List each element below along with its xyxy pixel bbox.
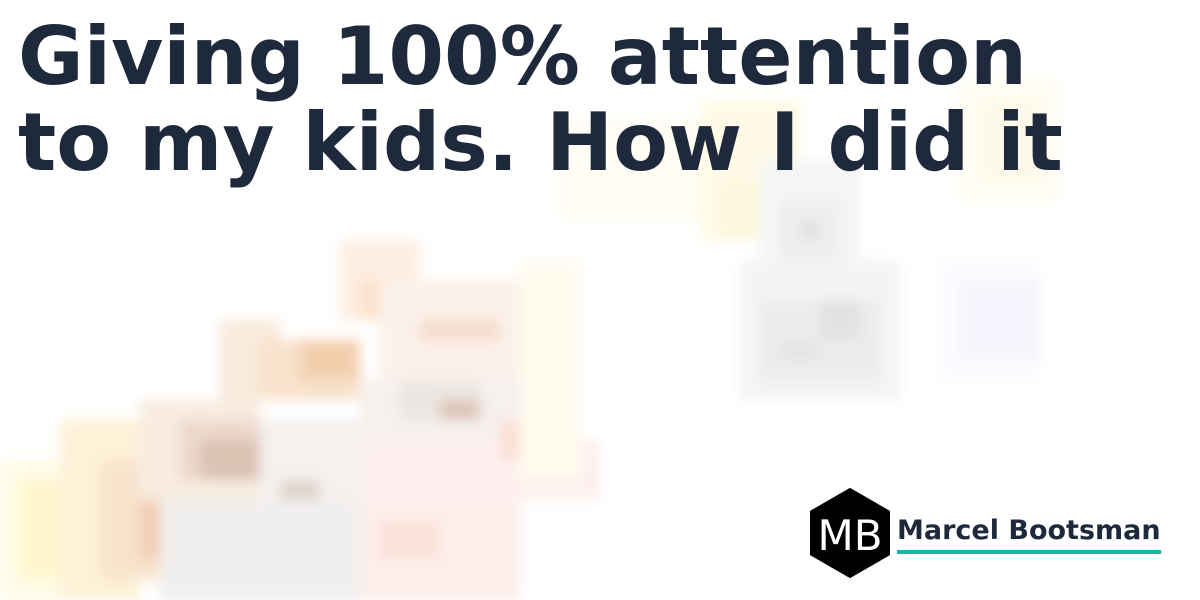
author-byline[interactable]: MB Marcel Bootsman <box>810 488 1161 578</box>
author-name[interactable]: Marcel Bootsman <box>897 515 1161 554</box>
post-title-line-1: Giving 100% attention <box>18 10 1027 103</box>
mb-hexagon-logo-icon: MB <box>810 488 890 578</box>
logo-text: MB <box>817 511 882 560</box>
post-title-line-2: to my kids. How I did it <box>18 96 1063 189</box>
post-title: Giving 100% attention to my kids. How I … <box>18 14 1188 186</box>
